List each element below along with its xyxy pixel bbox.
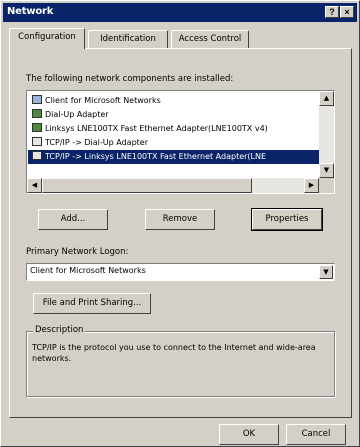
list-item-label: Linksys LNE100TX Fast Ethernet Adapter(L…	[45, 124, 268, 133]
list-item[interactable]: Linksys LNE100TX Fast Ethernet Adapter(L…	[28, 122, 319, 136]
list-item-selected[interactable]: TCP/IP -> Linksys LNE100TX Fast Ethernet…	[28, 150, 319, 164]
list-item-label: Dial-Up Adapter	[45, 110, 109, 119]
list-item[interactable]: Client for Microsoft Networks	[28, 94, 319, 108]
network-adapter-icon	[32, 123, 42, 132]
description-group: Description TCP/IP is the protocol you u…	[26, 325, 335, 397]
tab-configuration-label: Configuration	[18, 32, 76, 42]
description-text: TCP/IP is the protocol you use to connec…	[32, 343, 316, 363]
remove-button[interactable]: Remove	[145, 209, 215, 230]
list-item[interactable]: Dial-Up Adapter	[28, 108, 319, 122]
ok-button[interactable]: OK	[219, 424, 279, 445]
window-title: Network	[7, 6, 54, 17]
title-bar[interactable]: Network ? ×	[3, 3, 357, 22]
primary-logon-select[interactable]: Client for Microsoft Networks ▼	[26, 263, 335, 281]
components-label: The following network components are ins…	[26, 74, 234, 84]
primary-logon-label: Primary Network Logon:	[26, 247, 129, 257]
vertical-scrollbar[interactable]: ▲ ▼	[319, 91, 334, 178]
list-item[interactable]: TCP/IP -> Dial-Up Adapter	[28, 136, 319, 150]
scroll-corner	[319, 178, 334, 193]
file-print-sharing-button[interactable]: File and Print Sharing...	[33, 293, 151, 314]
add-button[interactable]: Add...	[38, 209, 108, 230]
list-item-label: TCP/IP -> Dial-Up Adapter	[45, 138, 148, 147]
scroll-down-icon[interactable]: ▼	[319, 163, 334, 178]
scroll-right-icon[interactable]: ▶	[304, 178, 319, 193]
description-legend: Description	[33, 325, 86, 335]
close-button[interactable]: ×	[340, 6, 354, 18]
list-item-label: TCP/IP -> Linksys LNE100TX Fast Ethernet…	[45, 152, 267, 161]
scroll-thumb[interactable]	[42, 178, 252, 193]
scroll-up-icon[interactable]: ▲	[319, 91, 334, 106]
cancel-button[interactable]: Cancel	[286, 424, 346, 445]
tab-identification[interactable]: Identification	[88, 30, 168, 48]
protocol-icon	[32, 137, 42, 146]
list-item-label: Client for Microsoft Networks	[45, 96, 161, 105]
tab-configuration[interactable]: Configuration	[9, 28, 85, 49]
chevron-down-icon[interactable]: ▼	[319, 265, 333, 279]
horizontal-scrollbar[interactable]: ◀ ▶	[27, 178, 319, 193]
protocol-icon	[32, 151, 42, 160]
help-button[interactable]: ?	[325, 6, 339, 18]
primary-logon-value: Client for Microsoft Networks	[30, 266, 146, 275]
network-adapter-icon	[32, 109, 42, 118]
network-client-icon	[32, 95, 42, 104]
tab-access-control[interactable]: Access Control	[171, 30, 249, 48]
scroll-left-icon[interactable]: ◀	[27, 178, 42, 193]
components-list-viewport: Client for Microsoft Networks Dial-Up Ad…	[28, 92, 319, 178]
network-dialog: Network ? × Configuration Identification…	[0, 0, 360, 447]
tab-access-control-label: Access Control	[178, 34, 242, 44]
properties-button[interactable]: Properties	[251, 208, 323, 231]
tab-identification-label: Identification	[100, 34, 156, 44]
components-list[interactable]: Client for Microsoft Networks Dial-Up Ad…	[26, 90, 335, 194]
